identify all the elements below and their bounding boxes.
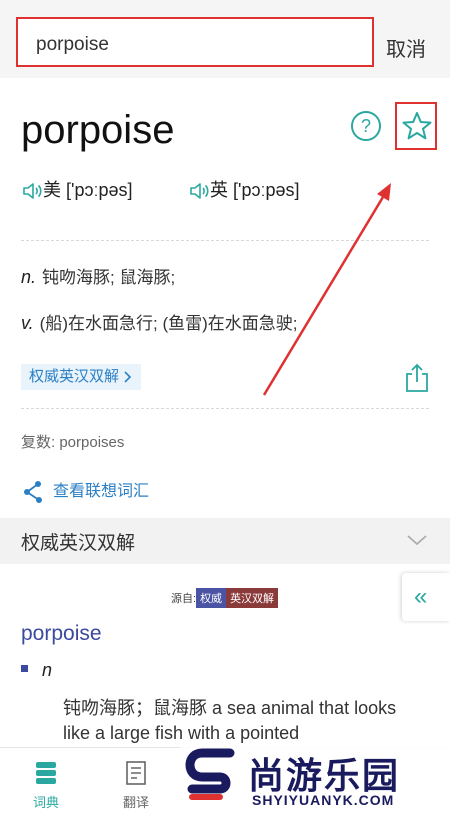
annotation-arrow xyxy=(262,183,391,396)
